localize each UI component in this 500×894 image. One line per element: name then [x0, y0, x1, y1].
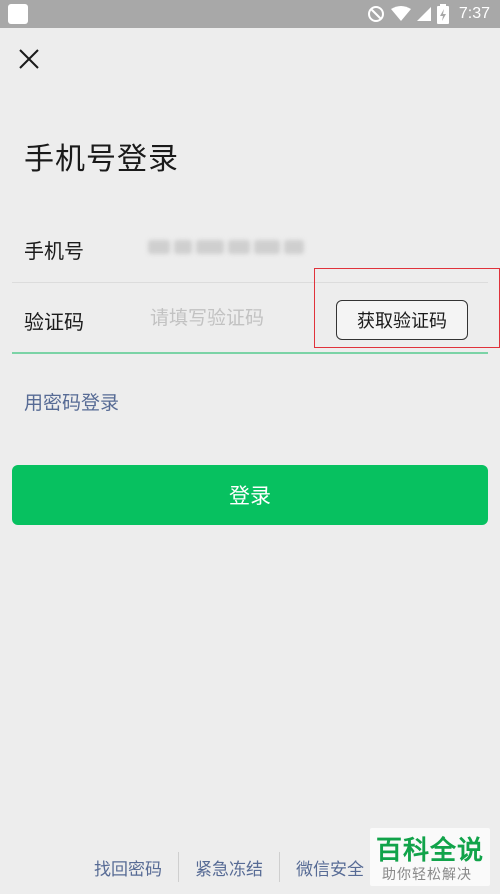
status-bar: 7:37 — [0, 0, 500, 28]
close-button[interactable] — [14, 44, 44, 74]
page-title: 手机号登录 — [24, 142, 179, 177]
blurred-digits — [174, 240, 192, 254]
close-icon — [19, 49, 39, 69]
blurred-digits — [284, 240, 304, 254]
footer-links: 找回密码 紧急冻结 微信安全 — [78, 852, 380, 882]
blank-app-icon — [8, 4, 28, 24]
phone-label: 手机号 — [24, 239, 84, 263]
phone-input[interactable] — [148, 233, 332, 261]
code-label: 验证码 — [24, 310, 84, 334]
do-not-disturb-icon — [367, 6, 384, 22]
login-button[interactable]: 登录 — [12, 465, 488, 525]
battery-icon — [436, 4, 449, 24]
blurred-digits — [196, 240, 224, 254]
watermark-sub: 助你轻松解决 — [382, 867, 472, 883]
blurred-digits — [148, 240, 170, 254]
recover-password-link[interactable]: 找回密码 — [78, 855, 178, 880]
watermark-main: 百科全说 — [376, 836, 485, 866]
code-input[interactable] — [150, 300, 310, 336]
status-icons: 7:37 — [367, 3, 490, 25]
signal-icon — [416, 7, 431, 21]
watermark-logo: 百科全说 助你轻松解决 — [370, 828, 490, 886]
get-code-button[interactable]: 获取验证码 — [336, 300, 468, 340]
wifi-icon — [390, 6, 411, 21]
wechat-security-link[interactable]: 微信安全 — [280, 855, 380, 880]
blurred-digits — [228, 240, 250, 254]
blurred-digits — [254, 240, 280, 254]
emergency-freeze-link[interactable]: 紧急冻结 — [179, 855, 279, 880]
status-time: 7:37 — [458, 5, 490, 22]
password-login-link[interactable]: 用密码登录 — [24, 388, 119, 415]
